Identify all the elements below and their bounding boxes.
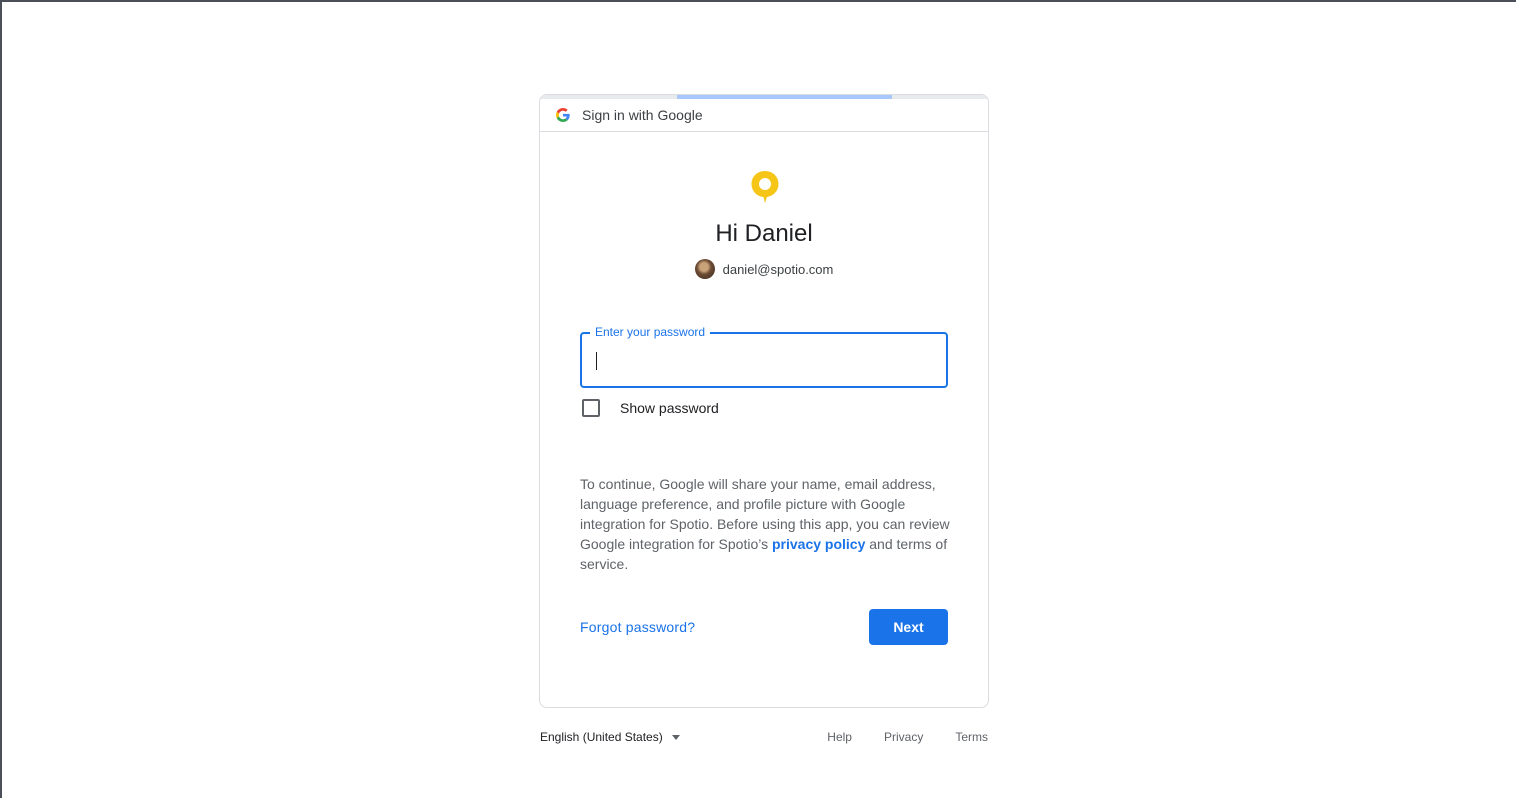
help-link[interactable]: Help xyxy=(827,730,852,744)
text-cursor xyxy=(596,352,597,370)
forgot-password-link[interactable]: Forgot password? xyxy=(580,619,695,635)
password-label: Enter your password xyxy=(590,325,711,339)
consent-disclaimer: To continue, Google will share your name… xyxy=(580,474,950,574)
account-email: daniel@spotio.com xyxy=(722,261,834,277)
password-input[interactable] xyxy=(595,348,939,374)
language-label: English (United States) xyxy=(540,730,663,744)
spotio-pin-icon xyxy=(751,171,779,203)
show-password-label[interactable]: Show password xyxy=(620,400,719,416)
chevron-down-icon xyxy=(671,734,680,740)
card-header: Sign in with Google xyxy=(540,99,988,132)
sign-in-card: Sign in with Google Hi Daniel daniel@spo… xyxy=(539,94,989,708)
footer-links: Help Privacy Terms xyxy=(795,730,988,744)
language-select[interactable]: English (United States) xyxy=(540,730,680,744)
privacy-link[interactable]: Privacy xyxy=(884,730,923,744)
show-password-checkbox[interactable] xyxy=(582,399,600,417)
footer: English (United States) Help Privacy Ter… xyxy=(540,730,988,748)
greeting-heading: Hi Daniel xyxy=(715,220,813,247)
account-chip[interactable]: daniel@spotio.com xyxy=(540,259,988,279)
avatar xyxy=(694,259,715,279)
google-g-icon xyxy=(556,108,570,122)
terms-link[interactable]: Terms xyxy=(955,730,988,744)
password-field[interactable]: Enter your password xyxy=(580,325,948,388)
show-password-row[interactable]: Show password xyxy=(582,399,719,417)
header-title: Sign in with Google xyxy=(582,107,703,123)
privacy-policy-link[interactable]: privacy policy xyxy=(772,536,865,552)
next-button[interactable]: Next xyxy=(869,609,948,645)
